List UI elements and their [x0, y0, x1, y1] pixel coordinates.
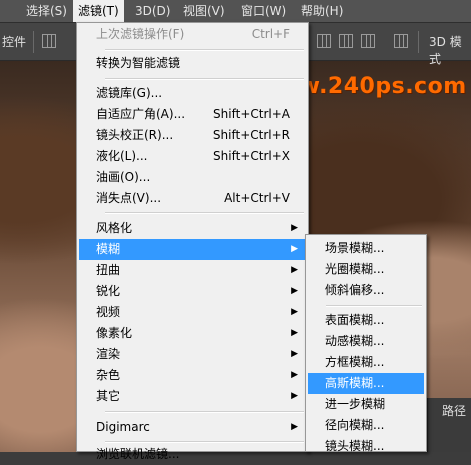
menu-item-label: 像素化 [96, 326, 133, 340]
separator [33, 31, 34, 53]
menu-item-filter-gallery[interactable]: 滤镜库(G)... [79, 83, 306, 104]
menu-separator [105, 411, 304, 413]
submenu-item-radial-blur[interactable]: 径向模糊... [308, 415, 424, 436]
menu-item-label: 表面模糊... [325, 313, 385, 327]
menu-item-noise[interactable]: 杂色 ▶ [79, 365, 306, 386]
menu-window[interactable]: 窗口(W) [236, 0, 291, 22]
menu-item-label: 径向模糊... [325, 418, 385, 432]
menu-item-label: 其它 [96, 389, 121, 403]
submenu-item-surface-blur[interactable]: 表面模糊... [308, 310, 424, 331]
submenu-item-motion-blur[interactable]: 动感模糊... [308, 331, 424, 352]
menu-item-liquify[interactable]: 液化(L)... Shift+Ctrl+X [79, 146, 306, 167]
submenu-item-lens-blur[interactable]: 镜头模糊... [308, 436, 424, 457]
menu-select[interactable]: 选择(S) [21, 0, 72, 22]
controls-label: 控件 [2, 35, 27, 49]
submenu-arrow-icon: ▶ [291, 223, 298, 233]
3d-mode-label: 3D 模式 [429, 35, 462, 66]
menu-item-label: 镜头校正(R)... [96, 128, 174, 142]
distribute-bottom-icon[interactable] [361, 34, 375, 48]
menu-item-lens-correction[interactable]: 镜头校正(R)... Shift+Ctrl+R [79, 125, 306, 146]
shortcut-label: Shift+Ctrl+R [212, 128, 290, 142]
tab-paths[interactable]: 路径 [442, 402, 466, 419]
menu-item-other[interactable]: 其它 ▶ [79, 386, 306, 407]
menu-item-label: 油画(O)... [96, 170, 151, 184]
menu-item-label: 自适应广角(A)... [96, 107, 186, 121]
menu-filter[interactable]: 滤镜(T) [73, 0, 124, 22]
menu-item-digimarc[interactable]: Digimarc ▶ [79, 417, 306, 438]
menu-item-convert-smart-filter[interactable]: 转换为智能滤镜 [79, 53, 306, 74]
submenu-arrow-icon: ▶ [291, 265, 298, 275]
submenu-arrow-icon: ▶ [291, 286, 298, 296]
menu-3d[interactable]: 3D(D) [130, 0, 175, 22]
submenu-arrow-icon: ▶ [291, 422, 298, 432]
menu-item-label: 方框模糊... [325, 355, 385, 369]
align-icon[interactable] [42, 34, 56, 48]
menu-item-label: 场景模糊... [325, 241, 385, 255]
menu-item-last-filter: 上次滤镜操作(F) Ctrl+F [79, 24, 306, 45]
menu-help[interactable]: 帮助(H) [296, 0, 348, 22]
menu-separator [105, 212, 304, 214]
menu-item-label: 视频 [96, 305, 121, 319]
filter-menu: 上次滤镜操作(F) Ctrl+F 转换为智能滤镜 滤镜库(G)... 自适应广角… [76, 22, 309, 461]
submenu-item-tilt-shift[interactable]: 倾斜偏移... [308, 280, 424, 301]
menu-item-distort[interactable]: 扭曲 ▶ [79, 260, 306, 281]
menu-item-sharpen[interactable]: 锐化 ▶ [79, 281, 306, 302]
menu-item-label: 液化(L)... [96, 149, 148, 163]
menu-item-label: 风格化 [96, 221, 133, 235]
menu-item-label: 锐化 [96, 284, 121, 298]
menu-item-label: 消失点(V)... [96, 191, 162, 205]
menu-item-label: 光圈模糊... [325, 262, 385, 276]
menu-item-label: 倾斜偏移... [325, 283, 385, 297]
submenu-item-iris-blur[interactable]: 光圈模糊... [308, 259, 424, 280]
distribute-left-icon[interactable] [394, 34, 408, 48]
paths-panel: 路径 [427, 398, 471, 452]
submenu-arrow-icon: ▶ [291, 244, 298, 254]
submenu-arrow-icon: ▶ [291, 307, 298, 317]
shortcut-label: Alt+Ctrl+V [224, 191, 290, 205]
menu-item-render[interactable]: 渲染 ▶ [79, 344, 306, 365]
shortcut-label: Ctrl+F [251, 27, 290, 41]
menu-item-label: 杂色 [96, 368, 121, 382]
blur-submenu: 场景模糊... 光圈模糊... 倾斜偏移... 表面模糊... 动感模糊... … [305, 234, 427, 453]
menu-item-label: 模糊 [96, 242, 121, 256]
menu-item-oil-paint[interactable]: 油画(O)... [79, 167, 306, 188]
menu-separator [105, 78, 304, 80]
menu-item-label: Digimarc [96, 420, 150, 434]
separator [418, 31, 419, 53]
menu-item-label: 转换为智能滤镜 [96, 56, 181, 70]
submenu-item-box-blur[interactable]: 方框模糊... [308, 352, 424, 373]
menu-item-blur[interactable]: 模糊 ▶ [79, 239, 306, 260]
menu-item-label: 镜头模糊... [325, 439, 385, 453]
menu-bar: 选择(S) 滤镜(T) 3D(D) 视图(V) 窗口(W) 帮助(H) [0, 0, 471, 23]
menu-item-stylize[interactable]: 风格化 ▶ [79, 218, 306, 239]
submenu-arrow-icon: ▶ [291, 328, 298, 338]
menu-item-label: 进一步模糊 [325, 397, 386, 411]
menu-item-browse-online[interactable]: 浏览联机滤镜... [79, 444, 306, 465]
shortcut-label: Shift+Ctrl+A [213, 107, 290, 121]
shortcut-label: Shift+Ctrl+X [213, 149, 290, 163]
menu-item-label: 浏览联机滤镜... [96, 447, 180, 461]
menu-view[interactable]: 视图(V) [178, 0, 230, 22]
submenu-arrow-icon: ▶ [291, 349, 298, 359]
menu-item-label: 上次滤镜操作(F) [96, 27, 185, 41]
menu-item-pixelate[interactable]: 像素化 ▶ [79, 323, 306, 344]
submenu-item-gaussian-blur[interactable]: 高斯模糊... [308, 373, 424, 394]
menu-item-label: 高斯模糊... [325, 376, 385, 390]
menu-item-label: 渲染 [96, 347, 121, 361]
menu-item-video[interactable]: 视频 ▶ [79, 302, 306, 323]
distribute-top-icon[interactable] [317, 34, 331, 48]
submenu-arrow-icon: ▶ [291, 391, 298, 401]
menu-separator [105, 49, 304, 51]
menu-separator [326, 305, 422, 307]
submenu-item-blur-more[interactable]: 进一步模糊 [308, 394, 424, 415]
submenu-arrow-icon: ▶ [291, 370, 298, 380]
menu-item-label: 扭曲 [96, 263, 121, 277]
menu-item-adaptive-wide-angle[interactable]: 自适应广角(A)... Shift+Ctrl+A [79, 104, 306, 125]
menu-separator [105, 441, 304, 443]
menu-item-label: 动感模糊... [325, 334, 385, 348]
distribute-middle-icon[interactable] [339, 34, 353, 48]
menu-item-label: 滤镜库(G)... [96, 86, 163, 100]
submenu-item-field-blur[interactable]: 场景模糊... [308, 238, 424, 259]
menu-item-vanishing-point[interactable]: 消失点(V)... Alt+Ctrl+V [79, 188, 306, 209]
